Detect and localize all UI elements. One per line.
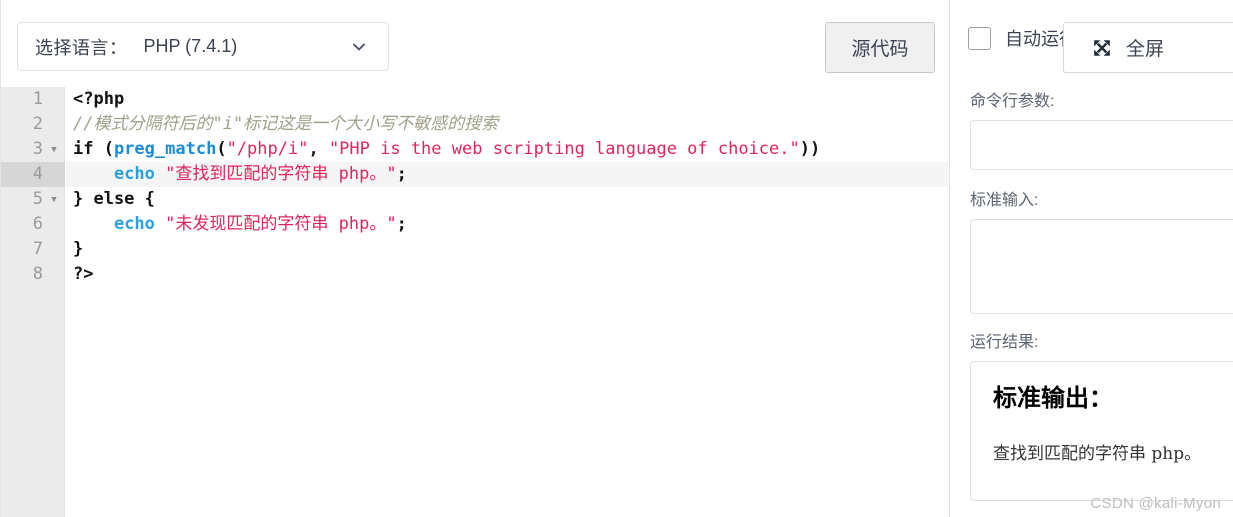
chevron-down-icon: [350, 38, 368, 56]
code-line[interactable]: 5 ▼ } else {: [1, 187, 949, 212]
language-select-label: 选择语言：: [35, 37, 128, 58]
code-line[interactable]: 8 ?>: [1, 262, 949, 287]
code-token-punct: ;: [396, 164, 407, 184]
code-token-punct: (: [216, 139, 227, 159]
code-token-comment: //模式分隔符后的"i"标记这是一个大小写不敏感的搜索: [73, 114, 499, 134]
line-number: 5 ▼: [1, 187, 65, 212]
run-panel: 自动运行 全屏 命令行参数: 标准输入: 运行结果: 标准输出： 查找到匹配的字…: [949, 0, 1233, 517]
line-number: 6: [32, 214, 43, 234]
args-input[interactable]: [970, 120, 1233, 170]
auto-run-checkbox[interactable]: [968, 26, 991, 50]
language-select[interactable]: 选择语言： PHP (7.4.1): [17, 22, 389, 71]
editor-panel: 选择语言： PHP (7.4.1) 源代码 1 <?php 2 //模式分隔符后的"i…: [0, 0, 949, 517]
fullscreen-button[interactable]: 全屏: [1063, 22, 1233, 73]
source-code-button[interactable]: 源代码: [825, 22, 935, 73]
code-lines: 1 <?php 2//模式分隔符后的"i"标记这是一个大小写不敏感的搜索 3 ▼ if (…: [1, 87, 949, 287]
line-number: 2: [32, 114, 43, 134]
code-line-content: //模式分隔符后的"i"标记这是一个大小写不敏感的搜索: [66, 112, 949, 137]
code-token-punct: )): [799, 139, 821, 159]
code-token-keyword: } else {: [73, 189, 155, 209]
code-line[interactable]: 3 ▼ if (preg_match("/php/i", "PHP is the w…: [1, 137, 949, 162]
args-label: 命令行参数:: [970, 93, 1055, 110]
code-token-echo: echo: [113, 164, 166, 184]
code-runner-app: 选择语言： PHP (7.4.1) 源代码 1 <?php 2 //模式分隔符后的"i…: [0, 0, 1233, 517]
code-token-string: "查找到匹配的字符串 php。": [165, 164, 397, 184]
stdout-heading: 标准输出：: [993, 384, 1113, 412]
code-token-punct: ;: [396, 214, 407, 234]
code-token-func: preg_match: [113, 139, 217, 159]
code-line-content: echo "未发现匹配的字符串 php。";: [66, 212, 949, 237]
line-number: 1: [32, 89, 43, 109]
run-result-box: 标准输出： 查找到匹配的字符串 php。: [970, 361, 1233, 501]
fold-arrow-icon[interactable]: ▼: [48, 187, 60, 212]
code-token-string: "未发现匹配的字符串 php。": [165, 214, 397, 234]
code-token-tag: <?php: [73, 89, 125, 109]
stdin-input[interactable]: [970, 219, 1233, 314]
code-line[interactable]: 7}: [1, 237, 949, 262]
code-token-string: "/php/i": [226, 139, 309, 159]
code-line-content: ?>: [66, 262, 949, 287]
code-token-keyword: }: [73, 239, 84, 259]
code-token-tag: ?>: [73, 264, 94, 284]
code-line-content: } else {: [66, 187, 949, 212]
line-number: 3 ▼: [1, 137, 65, 162]
code-line-content: <?php: [66, 87, 949, 112]
watermark: CSDN @kali-Myon: [1090, 495, 1221, 512]
source-code-button-label: 源代码: [851, 39, 909, 60]
line-number: 8: [32, 264, 43, 284]
fullscreen-button-label: 全屏: [1126, 39, 1165, 60]
run-toolbar: 自动运行 全屏: [950, 0, 1233, 87]
code-token-punct: ,: [308, 139, 329, 159]
code-token-keyword: if (: [73, 139, 114, 159]
code-editor[interactable]: 1 <?php 2//模式分隔符后的"i"标记这是一个大小写不敏感的搜索 3 ▼ if (…: [1, 87, 949, 517]
auto-run-toggle[interactable]: 自动运行: [968, 25, 1077, 51]
code-line[interactable]: 6 echo "未发现匹配的字符串 php。";: [1, 212, 949, 237]
code-line[interactable]: 1 <?php: [1, 87, 949, 112]
stdin-label: 标准输入:: [970, 192, 1039, 209]
line-number: 7: [32, 239, 43, 259]
result-label: 运行结果:: [970, 334, 1039, 351]
code-line-content: echo "查找到匹配的字符串 php。";: [66, 162, 949, 187]
editor-toolbar: 选择语言： PHP (7.4.1) 源代码: [1, 0, 949, 87]
code-line-content: if (preg_match("/php/i", "PHP is the web…: [66, 137, 949, 162]
code-token-string: "PHP is the web scripting language of ch…: [328, 139, 800, 159]
fold-arrow-icon[interactable]: ▼: [48, 137, 60, 162]
code-line-content: }: [66, 237, 949, 262]
code-token-echo: echo: [113, 214, 166, 234]
stdout-text: 查找到匹配的字符串 php。: [993, 444, 1202, 464]
expand-arrows-icon: [1092, 38, 1112, 58]
language-select-value: PHP (7.4.1): [143, 36, 238, 56]
line-number: 4: [1, 162, 65, 187]
code-line[interactable]: 4 echo "查找到匹配的字符串 php。";: [1, 162, 949, 187]
code-line[interactable]: 2 //模式分隔符后的"i"标记这是一个大小写不敏感的搜索: [1, 112, 949, 137]
